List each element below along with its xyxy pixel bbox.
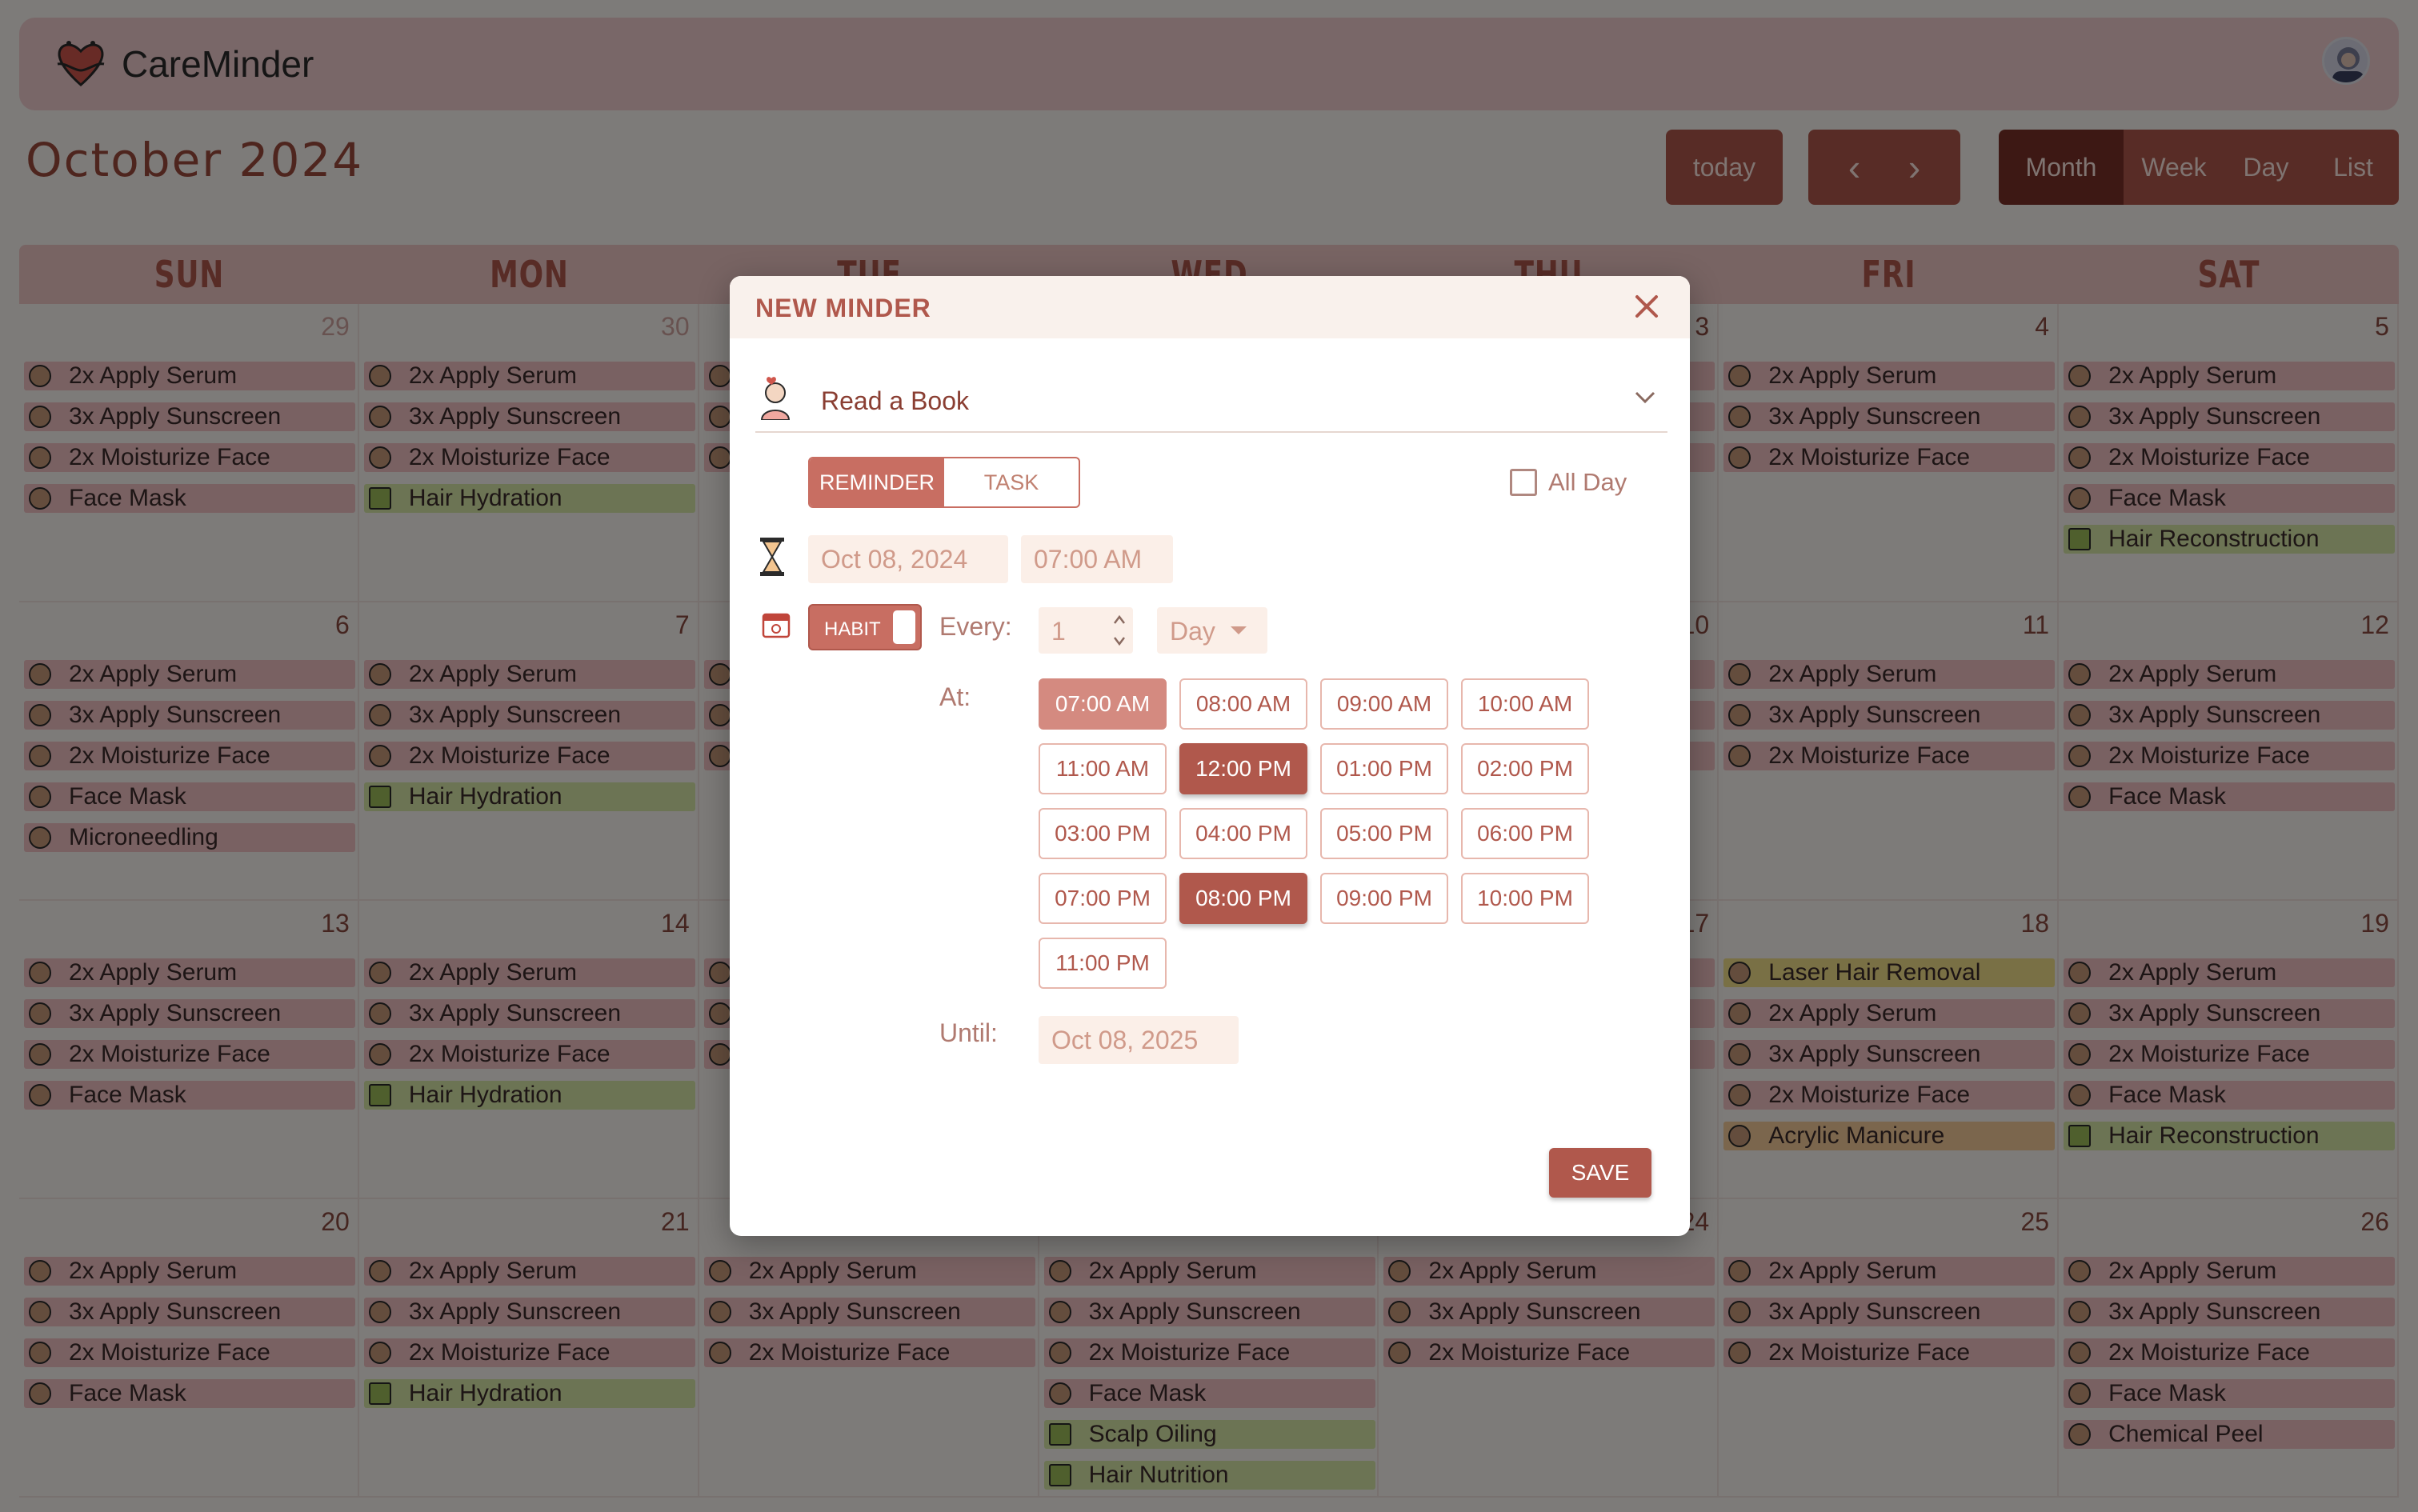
reminder-option[interactable]: REMINDER — [810, 458, 944, 506]
person-heart-icon — [760, 377, 791, 420]
time-slot-button[interactable]: 08:00 AM — [1179, 678, 1307, 730]
start-date-input[interactable]: Oct 08, 2024 — [808, 535, 1008, 583]
every-number-value: 1 — [1051, 617, 1066, 646]
habit-toggle-label: HABIT — [824, 618, 881, 640]
checkbox-box[interactable] — [1510, 469, 1537, 496]
time-slot-button[interactable]: 04:00 PM — [1179, 808, 1307, 859]
hourglass-icon — [760, 538, 784, 576]
new-minder-dialog: NEW MINDER Read a Book REMINDER TASK All… — [730, 276, 1690, 1236]
time-slot-button[interactable]: 08:00 PM — [1179, 873, 1307, 924]
every-unit-select[interactable]: Day — [1157, 607, 1267, 654]
until-date-input[interactable]: Oct 08, 2025 — [1039, 1016, 1239, 1064]
time-slot-button[interactable]: 10:00 PM — [1461, 873, 1589, 924]
save-button[interactable]: SAVE — [1549, 1148, 1651, 1198]
dialog-header: NEW MINDER — [730, 276, 1690, 338]
caret-down-icon — [1231, 626, 1247, 634]
task-option[interactable]: TASK — [944, 458, 1079, 506]
minder-type-toggle: REMINDER TASK — [808, 457, 1080, 508]
calendar-repeat-icon — [762, 613, 791, 638]
all-day-label: All Day — [1548, 468, 1627, 496]
minder-select[interactable]: Read a Book — [755, 370, 1667, 433]
every-unit-value: Day — [1170, 617, 1215, 646]
time-slot-button[interactable]: 01:00 PM — [1320, 743, 1448, 794]
minder-select-value: Read a Book — [821, 386, 970, 415]
time-slot-button[interactable]: 07:00 PM — [1039, 873, 1167, 924]
time-slot-button[interactable]: 11:00 PM — [1039, 938, 1167, 989]
stepper-arrows-icon[interactable] — [1112, 612, 1127, 649]
at-label: At: — [939, 682, 971, 711]
time-slot-button[interactable]: 09:00 AM — [1320, 678, 1448, 730]
toggle-knob — [893, 610, 915, 644]
time-slot-button[interactable]: 05:00 PM — [1320, 808, 1448, 859]
time-slot-button[interactable]: 11:00 AM — [1039, 743, 1167, 794]
until-label: Until: — [939, 1018, 998, 1047]
dialog-title: NEW MINDER — [755, 294, 931, 322]
every-label: Every: — [939, 612, 1012, 641]
time-slot-button[interactable]: 07:00 AM — [1039, 678, 1167, 730]
every-number-input[interactable]: 1 — [1039, 607, 1133, 654]
start-time-input[interactable]: 07:00 AM — [1021, 535, 1173, 583]
close-icon[interactable] — [1632, 292, 1661, 321]
time-slot-button[interactable]: 02:00 PM — [1461, 743, 1589, 794]
time-slot-button[interactable]: 12:00 PM — [1179, 743, 1307, 794]
time-slot-button[interactable]: 06:00 PM — [1461, 808, 1589, 859]
chevron-down-icon[interactable] — [1634, 390, 1656, 406]
habit-toggle[interactable]: HABIT — [808, 604, 922, 650]
time-slot-button[interactable]: 10:00 AM — [1461, 678, 1589, 730]
all-day-checkbox[interactable]: All Day — [1510, 468, 1627, 497]
time-slot-button[interactable]: 09:00 PM — [1320, 873, 1448, 924]
time-slot-button[interactable]: 03:00 PM — [1039, 808, 1167, 859]
